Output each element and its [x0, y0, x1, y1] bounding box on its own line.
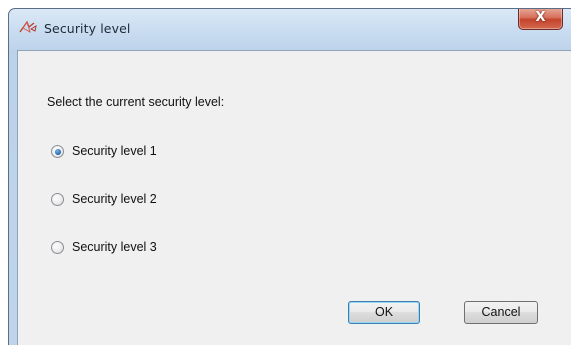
close-button[interactable]: X	[518, 9, 563, 30]
dialog-content: Select the current security level: Secur…	[17, 50, 571, 345]
cancel-button[interactable]: Cancel	[464, 301, 538, 324]
radio-label: Security level 1	[72, 144, 157, 158]
page-background	[0, 0, 571, 8]
title-bar[interactable]: Security level X	[9, 9, 571, 50]
radio-button-checked[interactable]	[51, 145, 64, 158]
radio-button[interactable]	[51, 193, 64, 206]
radio-label: Security level 2	[72, 192, 157, 206]
ok-button[interactable]: OK	[348, 301, 420, 324]
close-icon: X	[535, 10, 546, 25]
radio-label: Security level 3	[72, 240, 157, 254]
prompt-label: Select the current security level:	[47, 95, 225, 109]
dialog-window: Security level X Select the current secu…	[8, 8, 571, 345]
security-wand-icon	[18, 19, 38, 35]
window-title: Security level	[44, 21, 131, 36]
radio-button[interactable]	[51, 241, 64, 254]
